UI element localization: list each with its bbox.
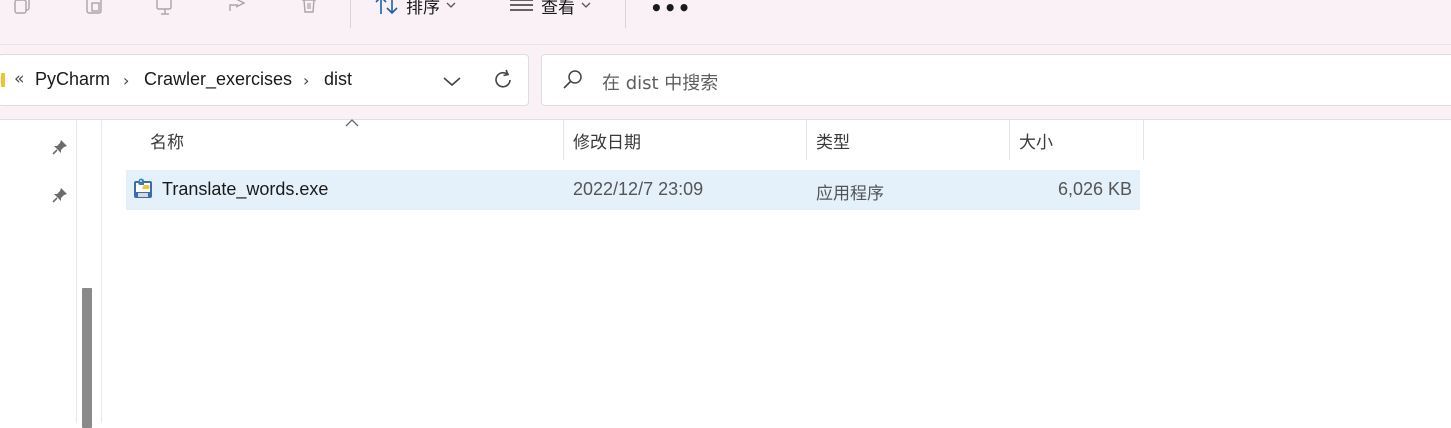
column-header-date-label: 修改日期	[573, 132, 641, 153]
column-header-type-label: 类型	[816, 132, 850, 153]
search-placeholder: 在 dist 中搜索	[602, 73, 719, 94]
pin-icon[interactable]	[51, 138, 69, 156]
breadcrumb-crawler-exercises[interactable]: Crawler_exercises	[144, 69, 292, 90]
refresh-icon[interactable]	[491, 68, 515, 92]
column-divider[interactable]	[1143, 120, 1144, 160]
column-header-name-label: 名称	[150, 132, 184, 153]
column-header-size[interactable]: 大小	[997, 120, 1144, 160]
copy-icon[interactable]	[12, 0, 34, 16]
column-header-name[interactable]: 名称	[128, 120, 564, 160]
file-type: 应用程序	[816, 184, 884, 204]
search-icon	[563, 70, 582, 89]
breadcrumb-overflow[interactable]: «	[14, 69, 24, 89]
address-bar[interactable]: « PyCharm › Crawler_exercises › dist	[0, 54, 529, 106]
file-name: Translate_words.exe	[162, 179, 329, 199]
breadcrumb-dist[interactable]: dist	[324, 69, 352, 90]
rename-icon[interactable]	[154, 0, 176, 16]
delete-icon[interactable]	[298, 0, 320, 16]
address-bar-region: « PyCharm › Crawler_exercises › dist 在 d…	[0, 44, 1451, 120]
chevron-right-icon[interactable]: ›	[303, 71, 309, 90]
view-icon	[510, 0, 533, 11]
share-icon[interactable]	[226, 0, 248, 16]
chevron-down-icon	[446, 2, 456, 8]
navigation-pane	[0, 120, 76, 423]
file-row[interactable]: Translate_words.exe 2022/12/7 23:09 应用程序…	[126, 170, 1140, 210]
chevron-down-icon	[581, 2, 591, 8]
sort-label: 排序	[406, 0, 440, 18]
more-options-button[interactable]: •••	[650, 0, 691, 20]
toolbar-separator	[625, 0, 626, 28]
column-header-type[interactable]: 类型	[794, 120, 1010, 160]
command-toolbar: 排序 查看 •••	[0, 0, 1451, 44]
column-header-size-label: 大小	[1019, 132, 1053, 153]
breadcrumb-pycharm[interactable]: PyCharm	[35, 69, 110, 90]
file-date: 2022/12/7 23:09	[573, 179, 704, 199]
sort-icon	[375, 0, 398, 15]
paste-icon[interactable]	[83, 0, 105, 16]
search-input[interactable]: 在 dist 中搜索	[541, 54, 1451, 106]
file-size: 6,026 KB	[1057, 179, 1132, 199]
nav-scrollbar[interactable]	[76, 120, 102, 428]
sort-button[interactable]: 排序	[374, 0, 456, 18]
folder-icon	[1, 73, 5, 87]
pin-icon[interactable]	[51, 186, 69, 204]
chevron-down-icon[interactable]	[441, 70, 463, 92]
toolbar-separator	[350, 0, 351, 28]
chevron-right-icon[interactable]: ›	[123, 71, 129, 90]
view-button[interactable]: 查看	[509, 0, 591, 18]
scrollbar-thumb[interactable]	[82, 288, 92, 428]
executable-icon	[134, 178, 152, 198]
column-header-date[interactable]: 修改日期	[551, 120, 807, 160]
view-label: 查看	[541, 0, 575, 18]
